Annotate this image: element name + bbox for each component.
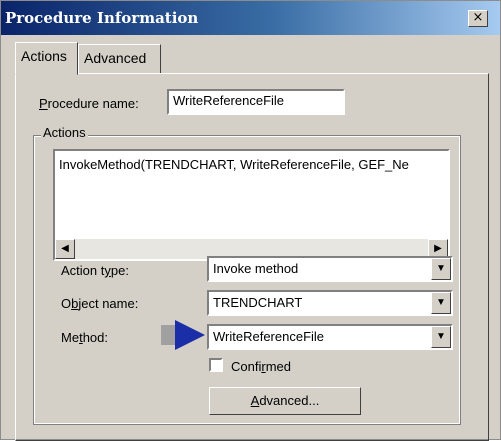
object-name-label: Object name: [61, 296, 139, 311]
method-dropdown-button[interactable]: ▼ [431, 326, 451, 348]
tab-actions-label: Actions [21, 48, 67, 64]
advanced-button[interactable]: Advanced... [209, 387, 361, 415]
tab-advanced[interactable]: Advanced [78, 44, 161, 74]
procedure-name-input[interactable]: WriteReferenceFile [167, 89, 345, 115]
tab-actions[interactable]: Actions [15, 42, 78, 75]
list-item[interactable]: InvokeMethod(TRENDCHART, WriteReferenceF… [59, 157, 409, 172]
title-bar[interactable]: Procedure Information × [1, 1, 500, 35]
action-type-label: Action type: [61, 263, 129, 278]
pointer-arrow-icon [161, 320, 205, 350]
chevron-down-icon: ▼ [436, 297, 446, 308]
actions-listbox[interactable]: InvokeMethod(TRENDCHART, WriteReferenceF… [53, 149, 450, 261]
actions-group-title: Actions [41, 125, 88, 140]
arrow-head [175, 320, 205, 350]
close-button[interactable]: × [468, 10, 488, 27]
method-value: WriteReferenceFile [213, 329, 325, 344]
action-type-dropdown-button[interactable]: ▼ [431, 258, 451, 280]
object-name-dropdown-button[interactable]: ▼ [431, 292, 451, 314]
action-type-dropdown[interactable]: Invoke method ▼ [207, 256, 453, 282]
method-dropdown[interactable]: WriteReferenceFile ▼ [207, 324, 453, 350]
window-title: Procedure Information [5, 9, 199, 27]
arrow-right-icon: ▶ [434, 243, 442, 254]
arrow-shadow [161, 325, 177, 345]
object-name-value: TRENDCHART [213, 295, 303, 310]
object-name-dropdown[interactable]: TRENDCHART ▼ [207, 290, 453, 316]
arrow-left-icon: ◀ [61, 243, 69, 254]
action-type-value: Invoke method [213, 261, 299, 276]
procedure-name-label: Procedure name: [39, 96, 139, 111]
tab-advanced-label: Advanced [84, 50, 147, 66]
chevron-down-icon: ▼ [436, 263, 446, 274]
confirmed-checkbox[interactable] [209, 358, 223, 372]
method-label: Method: [61, 330, 108, 345]
procedure-information-dialog: Procedure Information × Actions Advanced… [0, 0, 501, 441]
close-icon: × [472, 10, 484, 25]
chevron-down-icon: ▼ [436, 331, 446, 342]
confirmed-label[interactable]: Confirmed [231, 359, 291, 374]
scroll-left-button[interactable]: ◀ [55, 239, 75, 259]
